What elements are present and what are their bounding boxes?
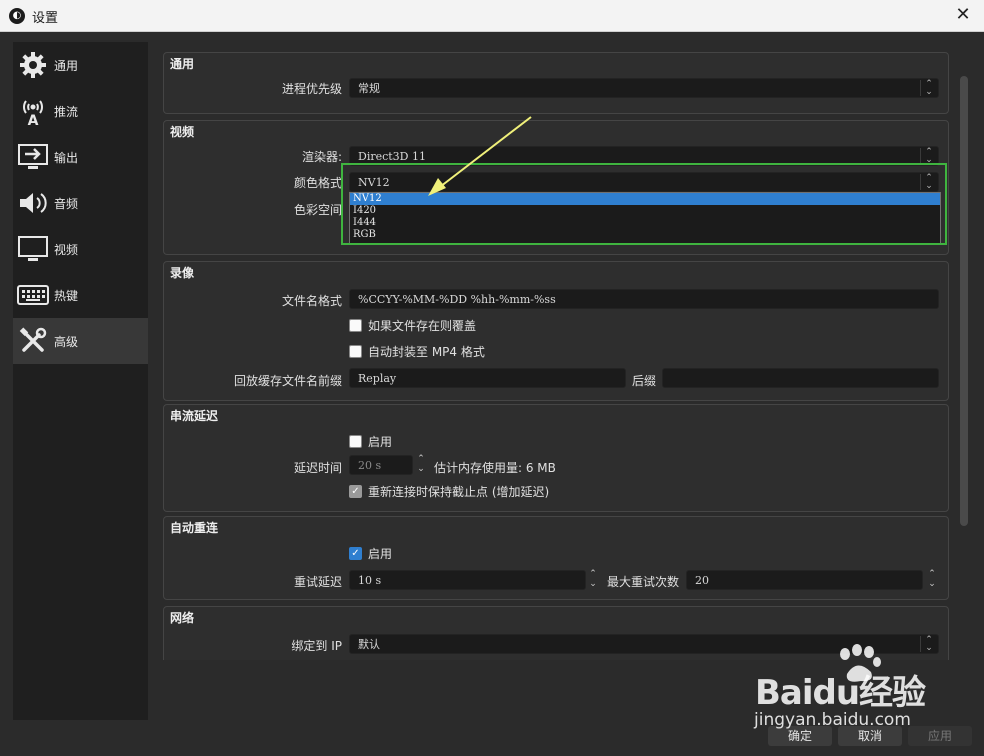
color-format-dropdown-list[interactable]: NV12 I420 I444 RGB: [349, 192, 941, 244]
delay-time-label: 延迟时间: [293, 461, 342, 475]
renderer-select[interactable]: Direct3D 11 ⌃ ⌄: [349, 146, 939, 166]
sidebar-item-label: 热键: [54, 289, 79, 303]
checkbox-box: [349, 319, 362, 332]
preserve-cutoff-checkbox[interactable]: ✓ 重新连接时保持截止点 (增加延迟): [349, 483, 549, 500]
group-title: 自动重连: [170, 521, 219, 535]
obs-app-icon: ◐: [9, 8, 25, 24]
color-format-value: NV12: [358, 176, 390, 189]
sidebar-item-label: 音频: [54, 197, 79, 211]
priority-value: 常规: [358, 82, 380, 95]
apply-button[interactable]: 应用: [908, 726, 972, 746]
sidebar-item-advanced[interactable]: 高级: [13, 318, 148, 364]
monitor-icon: [17, 233, 49, 265]
title-bar: ◐ 设置 ✕: [0, 0, 984, 32]
suffix-label: 后缀: [632, 374, 657, 388]
group-title: 串流延迟: [170, 409, 219, 423]
group-recording: 录像 文件名格式 %CCYY-%MM-%DD %hh-%mm-%ss 如果文件存…: [163, 261, 949, 401]
keyboard-icon: [17, 279, 49, 311]
sidebar-item-label: 输出: [54, 151, 79, 165]
retry-delay-label: 重试延迟: [293, 575, 342, 589]
group-auto-reconnect: 自动重连 ✓ 启用 重试延迟 10 s ⌃ ⌄ 最大重试次数 20 ⌃ ⌄: [163, 516, 949, 600]
sidebar-item-stream[interactable]: A 推流: [13, 88, 148, 134]
max-retries-spinbox[interactable]: 20: [686, 570, 923, 590]
renderer-value: Direct3D 11: [358, 150, 426, 163]
enable-label: 启用: [368, 547, 393, 561]
sidebar-item-video[interactable]: 视频: [13, 226, 148, 272]
window-title: 设置: [32, 11, 59, 26]
dropdown-option[interactable]: I420: [350, 205, 940, 217]
sidebar-item-general[interactable]: 通用: [13, 42, 148, 88]
retry-delay-spinbox[interactable]: 10 s: [349, 570, 586, 590]
broadcast-icon: A: [17, 95, 49, 127]
group-title: 网络: [170, 611, 195, 625]
sidebar-item-label: 通用: [54, 59, 79, 73]
ok-button[interactable]: 确定: [768, 726, 832, 746]
filename-format-label: 文件名格式: [281, 294, 342, 308]
color-space-label: 色彩空间: [293, 203, 342, 217]
sidebar-item-label: 高级: [54, 335, 79, 349]
replay-prefix-label: 回放缓存文件名前缀: [233, 374, 342, 388]
tools-icon: [17, 325, 49, 357]
checkmark-icon: ✓: [349, 547, 362, 560]
chevron-updown-icon: ⌃ ⌄: [920, 148, 937, 165]
bind-ip-select[interactable]: 默认 ⌃ ⌄: [349, 634, 939, 654]
delay-time-spinbox[interactable]: 20 s: [349, 455, 413, 475]
sidebar-item-label: 视频: [54, 243, 79, 257]
overwrite-label: 如果文件存在则覆盖: [368, 319, 477, 333]
chevron-updown-icon: ⌃ ⌄: [920, 636, 937, 653]
enable-label: 启用: [368, 435, 393, 449]
color-format-select[interactable]: NV12 ⌃ ⌄: [349, 172, 939, 192]
sidebar-item-output[interactable]: 输出: [13, 134, 148, 180]
vertical-scrollbar[interactable]: [958, 74, 970, 734]
color-format-label: 颜色格式: [293, 176, 342, 190]
group-title: 视频: [170, 125, 195, 139]
max-retries-label: 最大重试次数: [607, 575, 680, 589]
bind-ip-value: 默认: [358, 638, 380, 651]
sidebar: 通用 A 推流 输出 音频 视频 热键 高级: [13, 42, 148, 720]
gear-icon: [17, 49, 49, 81]
replay-prefix-input[interactable]: Replay: [349, 368, 626, 388]
sidebar-item-label: 推流: [54, 105, 79, 119]
filename-format-input[interactable]: %CCYY-%MM-%DD %hh-%mm-%ss: [349, 289, 939, 309]
memory-estimate: 估计内存使用量: 6 MB: [434, 461, 556, 475]
settings-content: 通用 进程优先级 常规 ⌃ ⌄ 视频 渲染器: Direct3D 11 ⌃ ⌄ 颜色…: [163, 42, 949, 660]
group-stream-delay: 串流延迟 启用 延迟时间 20 s ⌃ ⌄ 估计内存使用量: 6 MB ✓ 重新连…: [163, 404, 949, 512]
delay-spin-arrows-icon[interactable]: ⌃ ⌄: [414, 454, 428, 476]
cancel-button[interactable]: 取消: [838, 726, 902, 746]
checkbox-box: [349, 435, 362, 448]
stream-delay-enable-checkbox[interactable]: 启用: [349, 433, 392, 450]
auto-reconnect-enable-checkbox[interactable]: ✓ 启用: [349, 545, 392, 562]
preserve-label: 重新连接时保持截止点 (增加延迟): [368, 485, 550, 499]
sidebar-item-hotkeys[interactable]: 热键: [13, 272, 148, 318]
group-title: 录像: [170, 266, 195, 280]
overwrite-checkbox[interactable]: 如果文件存在则覆盖: [349, 317, 476, 334]
chevron-updown-icon: ⌃ ⌄: [920, 80, 937, 97]
group-general: 通用 进程优先级 常规 ⌃ ⌄: [163, 52, 949, 114]
svg-text:A: A: [28, 113, 39, 127]
checkbox-box: [349, 345, 362, 358]
dropdown-option[interactable]: I444: [350, 217, 940, 229]
close-icon[interactable]: ✕: [952, 4, 974, 26]
dropdown-option[interactable]: NV12: [350, 193, 940, 205]
remux-label: 自动封装至 MP4 格式: [368, 345, 485, 359]
output-icon: [17, 141, 49, 173]
suffix-input[interactable]: [662, 368, 939, 388]
scrollbar-thumb[interactable]: [960, 76, 968, 526]
group-title: 通用: [170, 57, 195, 71]
checkmark-icon: ✓: [349, 485, 362, 498]
priority-label: 进程优先级: [281, 82, 342, 96]
speaker-icon: [17, 187, 49, 219]
chevron-updown-icon: ⌃ ⌄: [920, 174, 937, 191]
bind-ip-label: 绑定到 IP: [291, 639, 342, 653]
remux-checkbox[interactable]: 自动封装至 MP4 格式: [349, 343, 485, 360]
priority-select[interactable]: 常规 ⌃ ⌄: [349, 78, 939, 98]
settings-window: 通用 A 推流 输出 音频 视频 热键 高级 通用 进程优先级 常规 ⌃ ⌄ 视…: [0, 32, 984, 756]
retry-delay-spin-arrows-icon[interactable]: ⌃ ⌄: [586, 569, 600, 591]
group-network: 网络 绑定到 IP 默认 ⌃ ⌄: [163, 606, 949, 660]
sidebar-item-audio[interactable]: 音频: [13, 180, 148, 226]
dropdown-option[interactable]: RGB: [350, 229, 940, 241]
renderer-label: 渲染器:: [301, 150, 342, 164]
max-retries-spin-arrows-icon[interactable]: ⌃ ⌄: [925, 569, 939, 591]
